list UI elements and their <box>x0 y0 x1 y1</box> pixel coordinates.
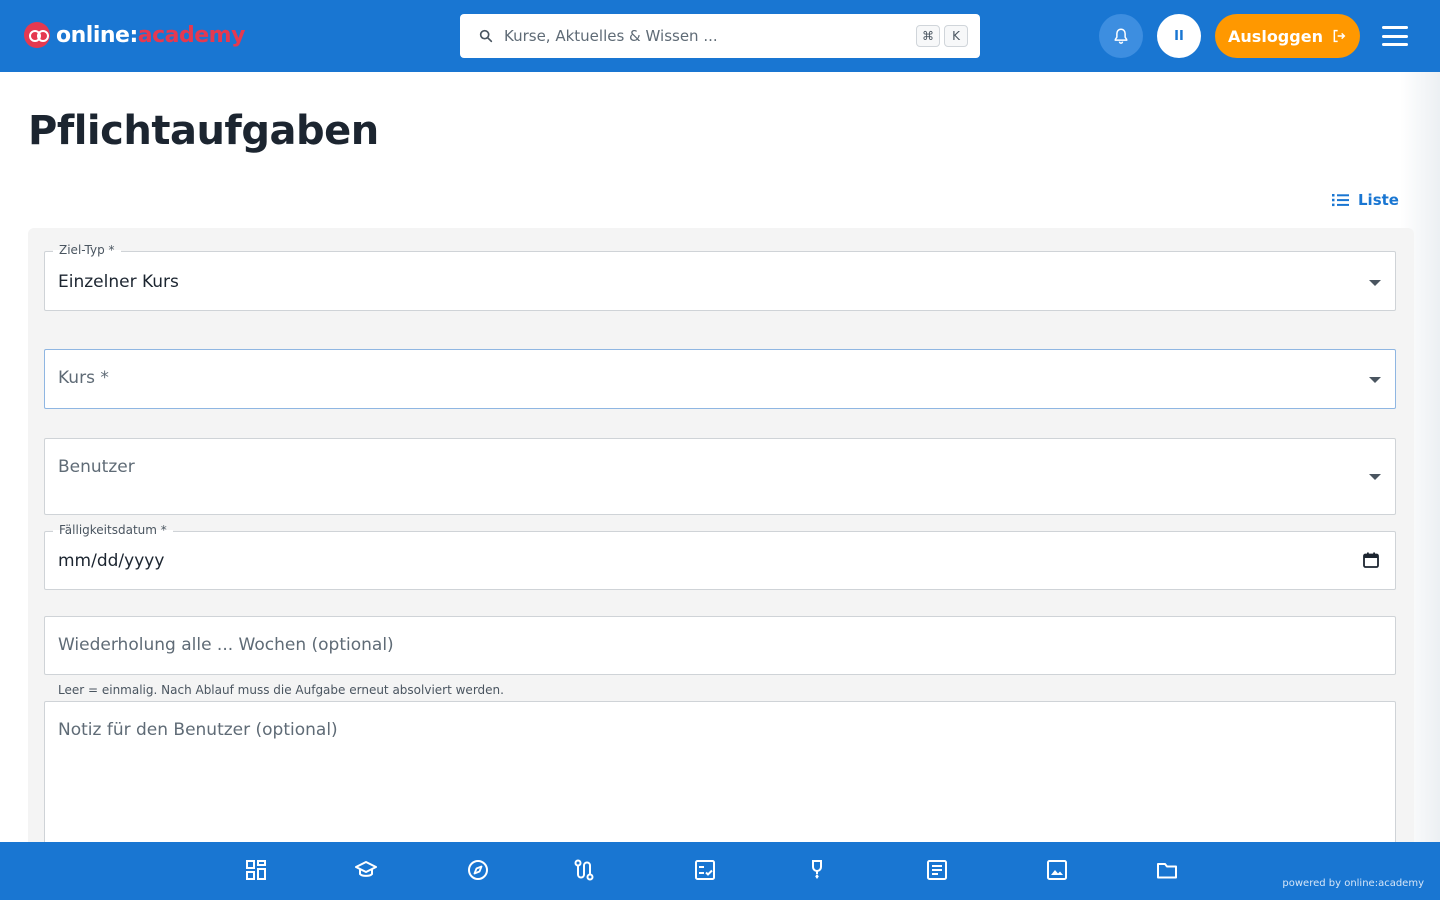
avatar[interactable]: II <box>1157 14 1201 58</box>
repeat-helper-text: Leer = einmalig. Nach Ablauf muss die Au… <box>58 683 504 697</box>
target-type-value: Einzelner Kurs <box>58 272 179 292</box>
due-date-label: Fälligkeitsdatum * <box>53 523 173 537</box>
menu-icon[interactable] <box>1380 22 1410 50</box>
logout-icon <box>1333 29 1346 43</box>
calendar-icon[interactable] <box>1363 552 1379 568</box>
note-placeholder: Notiz für den Benutzer (optional) <box>58 720 338 740</box>
checklist-icon[interactable] <box>694 859 716 881</box>
powered-by: powered by online:academy <box>1282 878 1424 889</box>
repeat-weeks-placeholder: Wiederholung alle ... Wochen (optional) <box>58 635 394 655</box>
logout-label: Ausloggen <box>1228 26 1323 46</box>
search-input[interactable] <box>504 24 904 48</box>
dashboard-icon[interactable] <box>245 859 267 881</box>
bottom-nav: powered by online:academy <box>0 842 1440 900</box>
logo-text: online:academy <box>56 23 245 48</box>
due-date-input[interactable]: Fälligkeitsdatum * mm/dd/yyyy <box>44 523 1396 590</box>
search-box[interactable]: ⌘ K <box>460 14 980 58</box>
logout-button[interactable]: Ausloggen <box>1215 14 1360 58</box>
list-view-label: Liste <box>1358 191 1399 209</box>
target-type-select[interactable]: Ziel-Typ * Einzelner Kurs <box>44 243 1396 311</box>
graduation-cap-icon[interactable] <box>355 859 377 881</box>
image-icon[interactable] <box>1046 859 1068 881</box>
chevron-down-icon <box>1369 474 1381 480</box>
due-date-value: mm/dd/yyyy <box>58 551 165 571</box>
article-icon[interactable] <box>926 859 948 881</box>
page-title: Pflichtaufgaben <box>28 108 379 154</box>
route-icon[interactable] <box>573 859 595 881</box>
award-icon[interactable] <box>806 859 828 881</box>
logo[interactable]: online:academy <box>24 20 245 50</box>
list-view-toggle[interactable]: Liste <box>1332 188 1399 212</box>
search-icon <box>479 29 493 43</box>
chevron-down-icon <box>1369 280 1381 286</box>
repeat-weeks-input[interactable]: Wiederholung alle ... Wochen (optional) <box>44 616 1396 675</box>
list-icon <box>1332 194 1349 207</box>
notifications-button[interactable] <box>1099 14 1143 58</box>
bell-icon <box>1114 28 1128 44</box>
logo-text-academy: academy <box>137 22 246 48</box>
note-textarea[interactable]: Notiz für den Benutzer (optional) <box>44 701 1396 851</box>
shortcut-key-cmd: ⌘ <box>916 25 940 47</box>
top-bar: online:academy ⌘ K II Ausloggen <box>0 0 1440 72</box>
logo-icon <box>24 22 50 48</box>
course-placeholder: Kurs * <box>58 368 109 388</box>
target-type-label: Ziel-Typ * <box>53 243 121 257</box>
course-select[interactable]: Kurs * <box>44 349 1396 409</box>
logo-text-online: online: <box>56 22 138 48</box>
users-placeholder: Benutzer <box>58 457 135 477</box>
compass-icon[interactable] <box>467 859 489 881</box>
users-select[interactable]: Benutzer <box>44 438 1396 515</box>
shortcut-key-k: K <box>944 25 968 47</box>
folder-icon[interactable] <box>1156 859 1178 881</box>
chevron-down-icon <box>1369 377 1381 383</box>
